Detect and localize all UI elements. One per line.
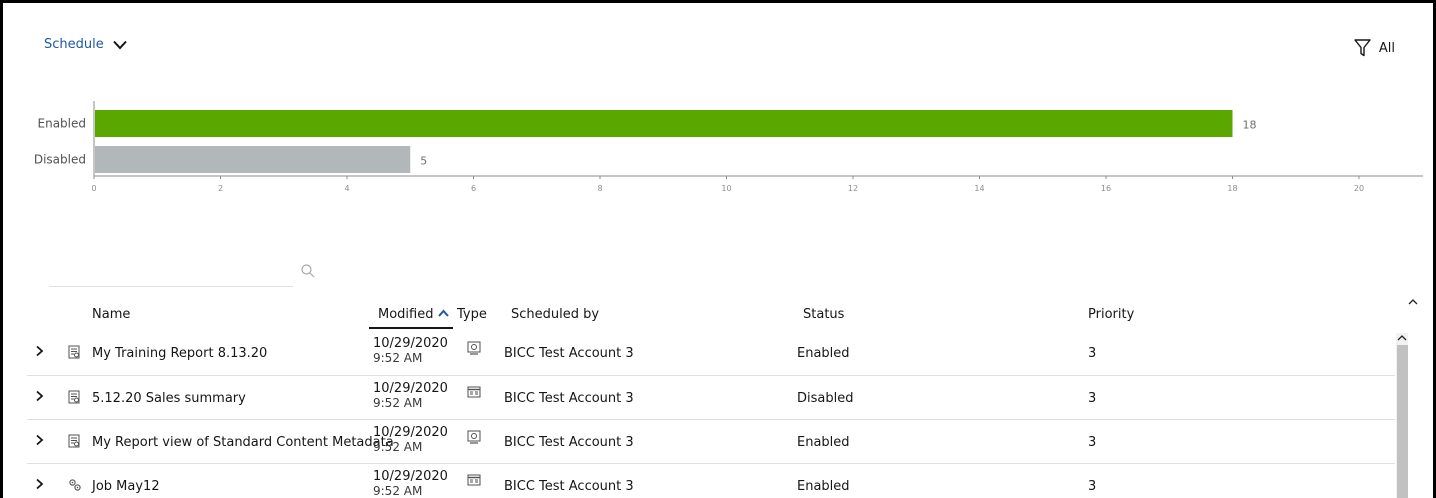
outer-scrollbar[interactable] (1406, 295, 1420, 498)
scroll-up-arrow-icon[interactable] (1397, 334, 1407, 342)
row-name[interactable]: My Report view of Standard Content Metad… (92, 435, 394, 450)
row-modified-time: 9:52 AM (373, 484, 423, 498)
row-status: Enabled (797, 346, 850, 361)
report-icon (467, 386, 481, 403)
row-name[interactable]: My Training Report 8.13.20 (92, 346, 267, 361)
report-icon (68, 345, 80, 363)
row-status: Enabled (797, 435, 850, 450)
schedule-dropdown-label: Schedule (44, 37, 104, 52)
column-header-status[interactable]: Status (803, 307, 844, 322)
x-tick-label: 14 (974, 184, 984, 193)
row-priority: 3 (1088, 479, 1097, 494)
filter-button[interactable]: All (1354, 39, 1395, 57)
column-header-modified[interactable]: Modified (369, 299, 453, 329)
row-modified-date: 10/29/2020 (373, 469, 448, 484)
row-scheduled-by: BICC Test Account 3 (504, 391, 634, 406)
row-modified-date: 10/29/2020 (373, 336, 448, 351)
column-header-scheduled-by[interactable]: Scheduled by (511, 307, 599, 322)
column-header-priority[interactable]: Priority (1088, 307, 1134, 322)
filter-label: All (1378, 40, 1395, 56)
column-header-type[interactable]: Type (457, 307, 487, 322)
row-priority: 3 (1088, 435, 1097, 450)
expand-chevron-icon[interactable] (35, 478, 44, 494)
x-tick-label: 2 (218, 184, 223, 193)
row-modified: 10/29/2020 9:52 AM (373, 381, 448, 411)
row-modified: 10/29/2020 9:52 AM (373, 336, 448, 366)
x-tick-label: 6 (471, 184, 476, 193)
table-row[interactable]: Job May12 10/29/2020 9:52 AM BICC Test Acco… (27, 463, 1395, 498)
report-icon (68, 434, 80, 452)
schedule-dropdown[interactable]: Schedule (44, 37, 127, 52)
x-tick-label: 20 (1354, 184, 1364, 193)
table-row[interactable]: My Training Report 8.13.20 10/29/2020 9:52… (27, 331, 1395, 375)
row-priority: 3 (1088, 391, 1097, 406)
row-scheduled-by: BICC Test Account 3 (504, 346, 634, 361)
x-tick-label: 8 (597, 184, 602, 193)
search-icon[interactable] (301, 264, 315, 278)
bar-disabled (95, 146, 411, 173)
search-input[interactable] (49, 259, 315, 287)
row-modified-time: 9:52 AM (373, 440, 423, 454)
expand-chevron-icon[interactable] (35, 390, 44, 406)
column-header-modified-label: Modified (378, 307, 434, 322)
job-icon (68, 478, 82, 496)
row-scheduled-by: BICC Test Account 3 (504, 435, 634, 450)
row-scheduled-by: BICC Test Account 3 (504, 479, 634, 494)
table-body: My Training Report 8.13.20 10/29/2020 9:52… (27, 331, 1395, 498)
category-label: Disabled (34, 153, 86, 167)
x-tick-label: 16 (1101, 184, 1111, 193)
schedules-panel: Schedule All Enabled 18 Disabled 5 0 2 4 6 8 10 12… (0, 0, 1436, 498)
row-modified-date: 10/29/2020 (373, 381, 448, 396)
table-row[interactable]: 5.12.20 Sales summary 10/29/2020 9:52 AM BI… (27, 375, 1395, 419)
bar-enabled (95, 110, 1233, 137)
table-header: Name Modified Type Scheduled by Status P… (27, 299, 1395, 331)
column-header-name[interactable]: Name (92, 307, 130, 322)
row-name[interactable]: 5.12.20 Sales summary (92, 391, 246, 406)
x-tick-label: 12 (848, 184, 858, 193)
x-tick-label: 4 (344, 184, 349, 193)
sort-ascending-icon (438, 309, 450, 317)
row-modified: 10/29/2020 9:52 AM (373, 469, 448, 498)
x-tick-label: 18 (1227, 184, 1237, 193)
expand-chevron-icon[interactable] (35, 434, 44, 450)
bar-value-label: 18 (1243, 119, 1257, 132)
row-modified-time: 9:52 AM (373, 351, 423, 365)
schedules-table: Name Modified Type Scheduled by Status P… (27, 299, 1395, 498)
row-name[interactable]: Job May12 (92, 479, 160, 494)
table-row[interactable]: My Report view of Standard Content Metad… (27, 419, 1395, 463)
expand-chevron-icon[interactable] (35, 345, 44, 361)
category-label: Enabled (38, 117, 87, 131)
scrollbar-thumb[interactable] (1397, 345, 1408, 498)
table-scrollbar[interactable] (1396, 333, 1408, 498)
scroll-up-arrow-icon[interactable] (1408, 298, 1418, 306)
row-status: Disabled (797, 391, 854, 406)
row-modified-date: 10/29/2020 (373, 425, 448, 440)
filter-icon (1354, 39, 1371, 57)
report-view-icon (467, 430, 481, 448)
report-icon (467, 474, 481, 491)
x-tick-label: 0 (91, 184, 96, 193)
row-modified: 10/29/2020 9:52 AM (373, 425, 448, 455)
report-icon (68, 390, 80, 408)
report-view-icon (467, 341, 481, 359)
x-tick-label: 10 (721, 184, 731, 193)
chevron-down-icon (113, 40, 127, 49)
row-modified-time: 9:52 AM (373, 396, 423, 410)
row-priority: 3 (1088, 346, 1097, 361)
status-bar-chart: Enabled 18 Disabled 5 0 2 4 6 8 10 12 14 16 18 20 (34, 101, 1423, 193)
bar-value-label: 5 (420, 155, 427, 168)
row-status: Enabled (797, 479, 850, 494)
